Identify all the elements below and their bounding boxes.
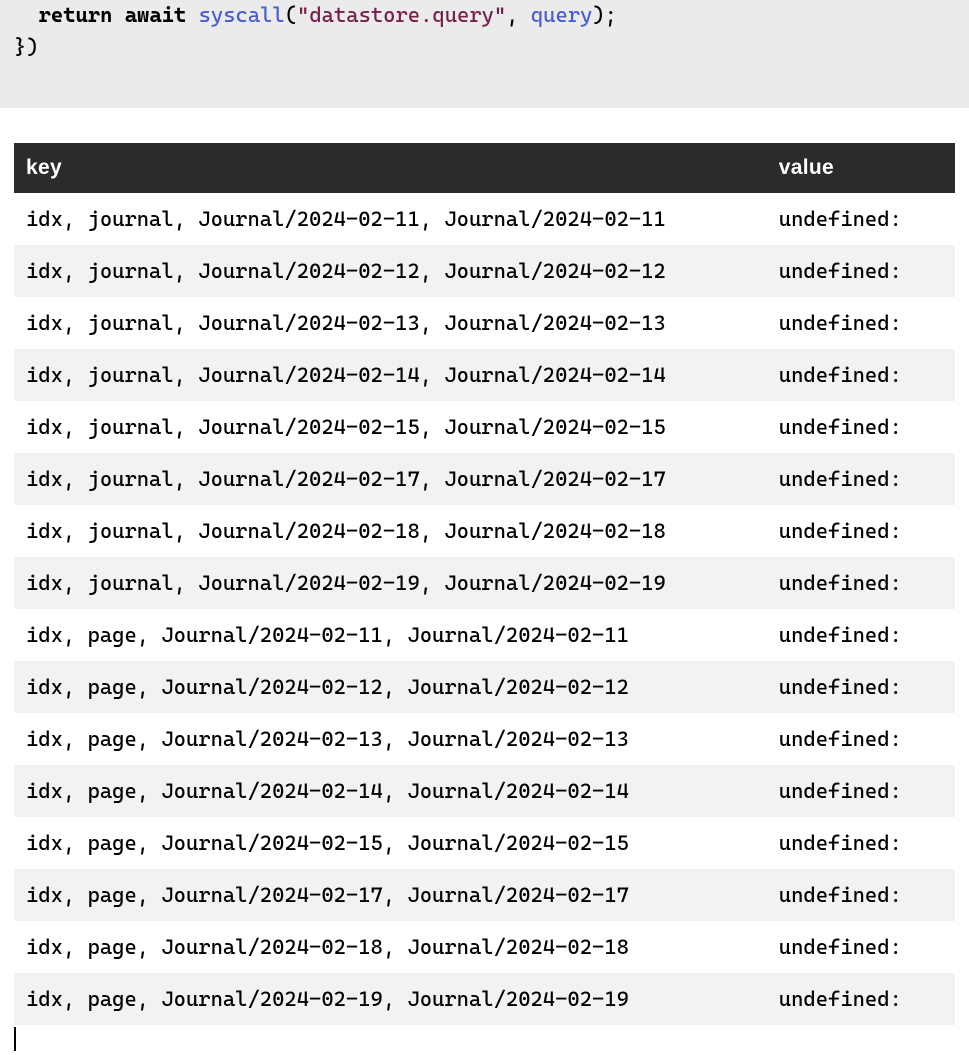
table-row: idx, journal, Journal/2024-02-19, Journa… xyxy=(14,557,955,609)
table-cell-value: undefined: xyxy=(767,661,955,713)
argument: query xyxy=(531,3,593,27)
table-row: idx, journal, Journal/2024-02-17, Journa… xyxy=(14,453,955,505)
table-cell-key: idx, journal, Journal/2024-02-14, Journa… xyxy=(14,349,767,401)
table-cell-value: undefined: xyxy=(767,713,955,765)
table-row: idx, journal, Journal/2024-02-13, Journa… xyxy=(14,297,955,349)
result-table-wrap: key value idx, journal, Journal/2024-02-… xyxy=(14,143,955,1025)
table-header-value: value xyxy=(767,143,955,193)
paren-close: ); xyxy=(592,3,617,27)
table-row: idx, page, Journal/2024-02-14, Journal/2… xyxy=(14,765,955,817)
table-cell-value: undefined: xyxy=(767,401,955,453)
keyword-await: await xyxy=(125,3,187,27)
table-cell-key: idx, journal, Journal/2024-02-11, Journa… xyxy=(14,193,767,245)
table-cell-value: undefined: xyxy=(767,921,955,973)
table-cell-value: undefined: xyxy=(767,557,955,609)
table-cell-key: idx, page, Journal/2024-02-18, Journal/2… xyxy=(14,921,767,973)
table-cell-value: undefined: xyxy=(767,193,955,245)
table-cell-value: undefined: xyxy=(767,505,955,557)
table-cell-key: idx, journal, Journal/2024-02-19, Journa… xyxy=(14,557,767,609)
code-indent xyxy=(14,3,39,27)
table-row: idx, journal, Journal/2024-02-12, Journa… xyxy=(14,245,955,297)
table-cell-value: undefined: xyxy=(767,973,955,1025)
table-row: idx, page, Journal/2024-02-18, Journal/2… xyxy=(14,921,955,973)
code-block[interactable]: return await syscall("datastore.query", … xyxy=(0,0,969,108)
table-row: idx, page, Journal/2024-02-12, Journal/2… xyxy=(14,661,955,713)
code-line-end: }) xyxy=(14,35,39,59)
table-cell-value: undefined: xyxy=(767,869,955,921)
table-cell-key: idx, journal, Journal/2024-02-17, Journa… xyxy=(14,453,767,505)
table-row: idx, page, Journal/2024-02-13, Journal/2… xyxy=(14,713,955,765)
table-cell-value: undefined: xyxy=(767,349,955,401)
table-cell-value: undefined: xyxy=(767,297,955,349)
table-cell-key: idx, journal, Journal/2024-02-12, Journa… xyxy=(14,245,767,297)
table-row: idx, page, Journal/2024-02-11, Journal/2… xyxy=(14,609,955,661)
table-header-row: key value xyxy=(14,143,955,193)
table-cell-key: idx, journal, Journal/2024-02-13, Journa… xyxy=(14,297,767,349)
table-cell-key: idx, journal, Journal/2024-02-18, Journa… xyxy=(14,505,767,557)
function-name: syscall xyxy=(199,3,285,27)
table-header-key: key xyxy=(14,143,767,193)
table-cell-key: idx, page, Journal/2024-02-12, Journal/2… xyxy=(14,661,767,713)
keyword-return: return xyxy=(39,3,113,27)
table-cell-key: idx, page, Journal/2024-02-15, Journal/2… xyxy=(14,817,767,869)
table-row: idx, page, Journal/2024-02-15, Journal/2… xyxy=(14,817,955,869)
table-cell-key: idx, page, Journal/2024-02-17, Journal/2… xyxy=(14,869,767,921)
editor-cursor-line[interactable] xyxy=(14,1027,955,1055)
result-table: key value idx, journal, Journal/2024-02-… xyxy=(14,143,955,1025)
table-row: idx, page, Journal/2024-02-17, Journal/2… xyxy=(14,869,955,921)
table-cell-key: idx, page, Journal/2024-02-13, Journal/2… xyxy=(14,713,767,765)
table-row: idx, journal, Journal/2024-02-11, Journa… xyxy=(14,193,955,245)
table-cell-key: idx, page, Journal/2024-02-14, Journal/2… xyxy=(14,765,767,817)
table-cell-value: undefined: xyxy=(767,245,955,297)
table-cell-value: undefined: xyxy=(767,765,955,817)
table-cell-key: idx, page, Journal/2024-02-11, Journal/2… xyxy=(14,609,767,661)
comma: , xyxy=(506,3,531,27)
string-literal: "datastore.query" xyxy=(297,3,506,27)
table-cell-value: undefined: xyxy=(767,453,955,505)
table-cell-value: undefined: xyxy=(767,817,955,869)
table-cell-value: undefined: xyxy=(767,609,955,661)
table-cell-key: idx, page, Journal/2024-02-19, Journal/2… xyxy=(14,973,767,1025)
table-row: idx, journal, Journal/2024-02-15, Journa… xyxy=(14,401,955,453)
table-row: idx, journal, Journal/2024-02-14, Journa… xyxy=(14,349,955,401)
table-cell-key: idx, journal, Journal/2024-02-15, Journa… xyxy=(14,401,767,453)
table-row: idx, page, Journal/2024-02-19, Journal/2… xyxy=(14,973,955,1025)
table-row: idx, journal, Journal/2024-02-18, Journa… xyxy=(14,505,955,557)
text-cursor-icon xyxy=(14,1027,16,1051)
paren-open: ( xyxy=(285,3,297,27)
